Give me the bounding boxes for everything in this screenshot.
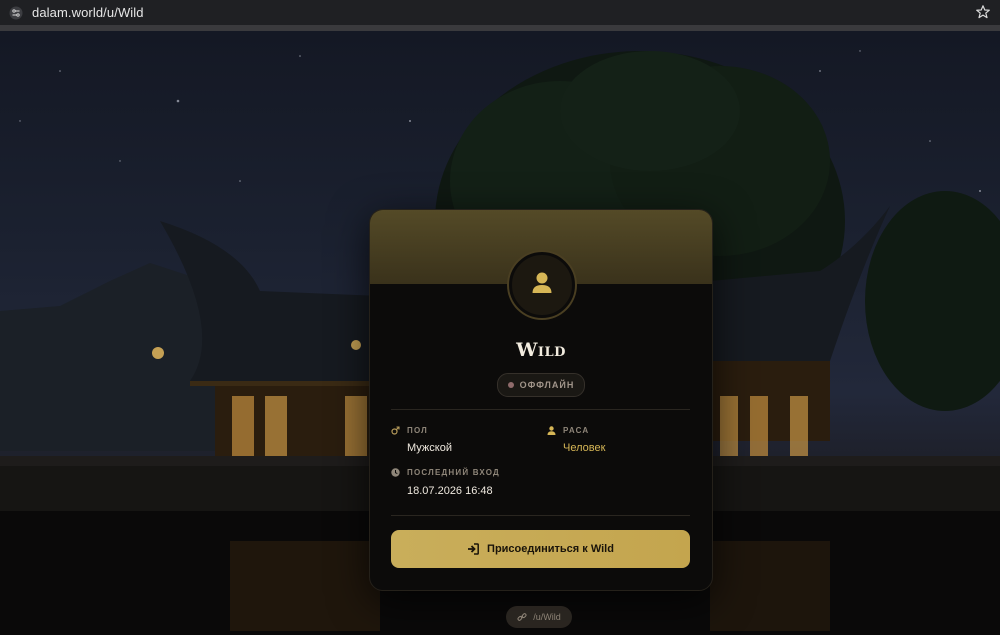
user-icon: [531, 271, 553, 300]
join-button[interactable]: Присоединиться к Wild: [391, 530, 690, 568]
male-icon: [391, 426, 400, 435]
divider-top: [391, 409, 690, 410]
status-label: ОФФЛАЙН: [519, 380, 575, 390]
last-login-value: 18.07.2026 16:48: [407, 485, 493, 497]
star-icon[interactable]: [975, 4, 991, 20]
race-value[interactable]: Человек: [563, 442, 605, 454]
tune-icon[interactable]: [9, 6, 23, 20]
sign-in-icon: [467, 543, 479, 555]
profile-card: Wild ОФФЛАЙН ПОЛ Мужской РАСА Человек ПО…: [369, 209, 713, 591]
profile-username: Wild: [516, 339, 566, 361]
gender-label: ПОЛ: [391, 426, 428, 435]
clock-icon: [391, 468, 400, 477]
join-button-label: Присоединиться к Wild: [487, 543, 614, 555]
last-login-label: ПОСЛЕДНИЙ ВХОД: [391, 468, 500, 477]
gender-value: Мужской: [407, 442, 452, 454]
status-badge: ОФФЛАЙН: [497, 373, 585, 397]
profile-link[interactable]: /u/Wild: [506, 606, 572, 628]
url-text[interactable]: dalam.world/u/Wild: [32, 5, 144, 20]
avatar: [509, 252, 575, 318]
profile-link-text: /u/Wild: [533, 612, 561, 622]
status-dot: [507, 382, 514, 388]
person-icon: [547, 426, 556, 435]
race-label: РАСА: [547, 426, 589, 435]
browser-address-bar: dalam.world/u/Wild: [0, 0, 1000, 26]
divider-bottom: [391, 515, 690, 516]
link-icon: [517, 612, 527, 622]
